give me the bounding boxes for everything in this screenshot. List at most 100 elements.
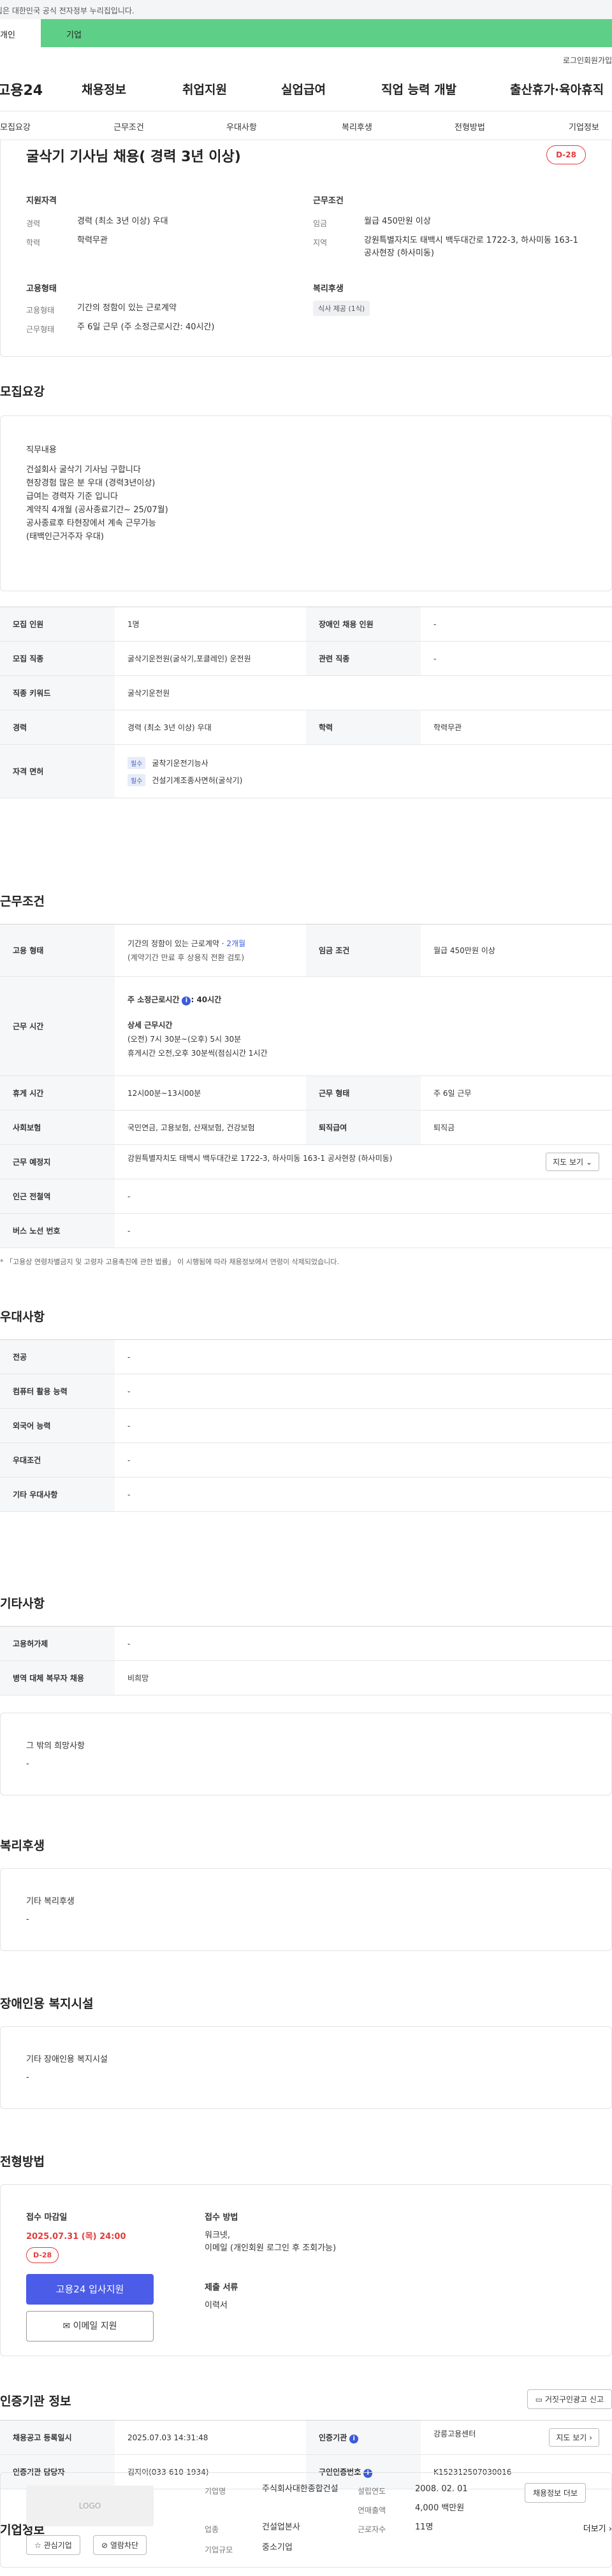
cell-key: 퇴직급여	[306, 1110, 421, 1145]
table-row: 우대조건 -	[0, 1443, 612, 1478]
conditions-heading: 근무조건	[0, 895, 45, 909]
disabled-box: 기타 장애인용 복지시설 -	[0, 2026, 612, 2109]
chevron-down-icon: ⌄	[585, 1158, 592, 1167]
tab-recruit[interactable]: 모집요강	[0, 120, 31, 133]
nav-parental-leave[interactable]: 출산휴가·육아휴직	[510, 80, 604, 97]
block-label: 열람차단	[110, 2541, 139, 2550]
cell-key: 우대조건	[0, 1443, 115, 1478]
table-row: 경력 경력 (최소 3년 이상) 우대 학력 학력무관	[0, 710, 612, 745]
method-key: 접수 방법	[205, 2213, 238, 2222]
wage-key: 임금	[313, 219, 328, 228]
table-row: 컴퓨터 활용 능력 -	[0, 1374, 612, 1409]
cell-key: 인근 전철역	[0, 1179, 115, 1214]
tab-personal[interactable]: 개인	[0, 19, 41, 47]
cell-value: -	[115, 1374, 612, 1409]
screening-box: 접수 마감일 2025.07.31 (목) 24:00 D-28 고용24 입사…	[0, 2184, 612, 2356]
deadline-value: 2025.07.31 (목) 24:00	[26, 2232, 126, 2241]
emp-label: 고용형태	[26, 284, 57, 294]
qual-label: 지원자격	[26, 196, 57, 206]
preference-heading: 우대사항	[0, 1310, 45, 1324]
table-row: 자격 면허 필수 굴착기운전기능사 필수 건설기계조종사면허(굴삭기)	[0, 744, 612, 798]
info-icon[interactable]: i	[349, 2434, 359, 2443]
cell-key: 직종 키워드	[0, 675, 115, 710]
disabled-title: 기타 장애인용 복지시설	[26, 2055, 108, 2064]
mail-icon: ✉	[62, 2321, 71, 2331]
docs-value: 이력서	[205, 2301, 228, 2310]
login-link[interactable]: 로그인	[563, 55, 584, 66]
cell-key: 근무 형태	[306, 1076, 421, 1111]
tab-welfare[interactable]: 복리후생	[342, 120, 372, 133]
cell-key: 컴퓨터 활용 능력	[0, 1374, 115, 1409]
dday-badge: D-28	[26, 2247, 59, 2263]
employees-key: 근로자수	[358, 2525, 386, 2534]
interest-company-button[interactable]: ☆ 관심기업	[26, 2535, 80, 2555]
certifier-heading: 인증기관 정보	[0, 2394, 71, 2408]
join-link[interactable]: 회원가입	[584, 55, 612, 66]
nav-unemployment-benefit[interactable]: 실업급여	[281, 80, 326, 97]
tab-screening[interactable]: 전형방법	[455, 120, 485, 133]
cell-value: 월급 450만원 이상	[421, 924, 612, 977]
prescribed-hours-value: : 40시간	[191, 995, 222, 1004]
cell-key: 기타 우대사항	[0, 1477, 115, 1512]
table-row: 사회보험 국민연금, 고용보험, 산재보험, 건강보험 퇴직급여 퇴직금	[0, 1110, 612, 1145]
cell-key: 전공	[0, 1339, 115, 1374]
cell-key: 채용공고 등록일시	[0, 2420, 115, 2455]
required-tag: 필수	[127, 756, 146, 769]
cell-value: -	[115, 1179, 612, 1214]
apply-button[interactable]: 고용24 입사지원	[26, 2274, 154, 2305]
tab-company-label: 기업	[66, 31, 82, 40]
email-apply-button[interactable]: ✉ 이메일 지원	[26, 2311, 154, 2342]
cell-value: -	[115, 1339, 612, 1374]
nav-vocational-training[interactable]: 직업 능력 개발	[381, 80, 456, 97]
nav-recruit-info[interactable]: 채용정보	[82, 80, 126, 97]
cell-key: 모집 직종	[0, 641, 115, 676]
map-button[interactable]: 지도 보기 ›	[549, 2428, 599, 2447]
tab-conditions[interactable]: 근무조건	[113, 120, 144, 133]
company-card: LOGO ☆ 관심기업 ⊘ 열람차단 기업명 주식회사대한종합건설 업종 건설업…	[0, 2472, 612, 2568]
cell-value: -	[115, 1626, 612, 1661]
table-row: 기타 우대사항 -	[0, 1477, 612, 1512]
table-row: 모집 인원 1명 장애인 채용 인원 -	[0, 607, 612, 642]
email-apply-label: 이메일 지원	[73, 2321, 117, 2331]
tab-company[interactable]: 기업정보	[569, 120, 599, 133]
cell-key: 고용 형태	[0, 924, 115, 977]
nav-job-support[interactable]: 취업지원	[182, 80, 227, 97]
deadline-key: 접수 마감일	[26, 2213, 68, 2222]
dday-badge: D-28	[546, 145, 586, 164]
company-name-key: 기업명	[205, 2487, 226, 2496]
table-row: 전공 -	[0, 1339, 612, 1374]
map-button[interactable]: 지도 보기 ⌄	[546, 1153, 599, 1171]
emp-value: 기간의 정함이 있는 근로계약	[77, 303, 177, 313]
org-cell: 강릉고용센터 지도 보기 ›	[421, 2420, 612, 2455]
welfare-box: 기타 복리후생 -	[0, 1868, 612, 1951]
required-tag: 필수	[127, 774, 146, 786]
hours-cell: 주 소정근로시간 i: 40시간 상세 근무시간 (오전) 7시 30분~(오후)…	[115, 976, 612, 1076]
industry-key: 업종	[205, 2525, 219, 2534]
edu-key: 학력	[26, 238, 41, 247]
report-label: 거짓구인광고 신고	[544, 2395, 604, 2404]
report-false-ad-button[interactable]: ▭ 거짓구인광고 신고	[527, 2389, 612, 2409]
block-view-button[interactable]: ⊘ 열람차단	[93, 2535, 147, 2555]
info-icon[interactable]: i	[182, 996, 191, 1005]
tab-company[interactable]: 기업	[41, 19, 612, 47]
duty-text: 건설회사 굴삭기 기사님 구합니다 현장경험 많은 분 우대 (경력3년이상) …	[26, 465, 168, 542]
site-logo[interactable]: 고용24	[0, 79, 43, 99]
founded-value: 2008. 02. 01	[415, 2484, 468, 2494]
cell-value: 비희망	[115, 1660, 612, 1695]
docs-key: 제출 서류	[205, 2283, 238, 2292]
conditions-table: 고용 형태 기간의 정함이 있는 근로계약 · 2개월 (계약기간 만료 후 상…	[0, 924, 612, 1248]
duty-title: 직무내용	[26, 445, 57, 455]
other-wish-box: 그 밖의 희망사항 -	[0, 1713, 612, 1795]
disabled-value: -	[26, 2073, 29, 2082]
org-value: 강릉고용센터	[433, 2429, 476, 2438]
sales-key: 연매출액	[358, 2506, 386, 2515]
utility-row: 로그인 회원가입	[0, 47, 612, 69]
cell-value: 기간의 정함이 있는 근로계약 · 2개월 (계약기간 만료 후 상용직 전환 …	[115, 924, 306, 977]
other-wish-value: -	[26, 1759, 29, 1769]
cell-key: 장애인 채용 인원	[306, 607, 421, 642]
cell-value: 굴삭기운전원	[115, 675, 612, 710]
cell-key: 자격 면허	[0, 744, 115, 798]
table-row: 고용 형태 기간의 정함이 있는 근로계약 · 2개월 (계약기간 만료 후 상…	[0, 924, 612, 977]
tab-preference[interactable]: 우대사항	[226, 120, 257, 133]
company-jobs-button[interactable]: 채용정보 더보	[524, 2483, 586, 2503]
